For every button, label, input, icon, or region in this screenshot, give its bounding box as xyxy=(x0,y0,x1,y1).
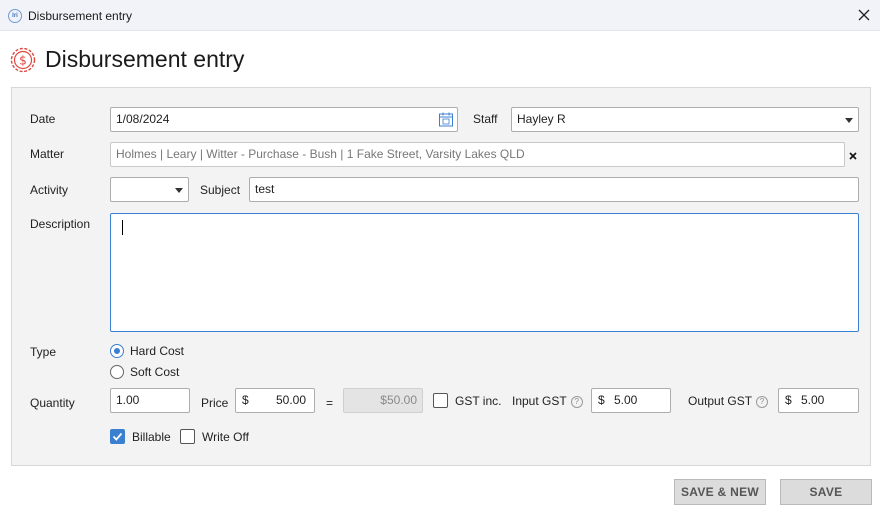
chevron-down-icon xyxy=(175,188,183,193)
window-title: Disbursement entry xyxy=(28,9,133,23)
staff-value: Hayley R xyxy=(517,112,566,126)
subject-label: Subject xyxy=(200,183,241,197)
price-value: 50.00 xyxy=(275,393,306,407)
price-currency: $ xyxy=(242,393,249,407)
soft-cost-radio[interactable] xyxy=(110,365,124,379)
output-gst-currency: $ xyxy=(785,393,792,407)
subject-field[interactable]: test xyxy=(249,177,859,202)
svg-text:$: $ xyxy=(19,54,27,68)
clear-matter-icon[interactable] xyxy=(848,151,858,161)
input-gst-currency: $ xyxy=(598,393,605,407)
hard-cost-radio[interactable] xyxy=(110,344,124,358)
input-gst-value: 5.00 xyxy=(614,393,638,407)
soft-cost-label[interactable]: Soft Cost xyxy=(130,365,179,379)
price-label: Price xyxy=(201,396,229,410)
billable-checkbox[interactable] xyxy=(110,429,125,444)
write-off-label[interactable]: Write Off xyxy=(202,430,249,444)
app-logo-icon: lri xyxy=(8,9,22,23)
matter-label: Matter xyxy=(30,147,65,161)
page-title: Disbursement entry xyxy=(45,46,245,72)
output-gst-field[interactable]: $ 5.00 xyxy=(778,388,859,413)
input-gst-field[interactable]: $ 5.00 xyxy=(591,388,671,413)
staff-label: Staff xyxy=(473,112,498,126)
gst-inc-checkbox[interactable] xyxy=(433,393,448,408)
help-icon[interactable]: ? xyxy=(756,395,769,408)
price-field[interactable]: $ 50.00 xyxy=(235,388,315,413)
quantity-field[interactable]: 1.00 xyxy=(110,388,190,413)
text-cursor xyxy=(122,220,123,235)
activity-label: Activity xyxy=(30,183,69,197)
input-gst-label: Input GST? xyxy=(512,394,583,408)
checkmark-icon xyxy=(112,432,123,441)
save-and-new-button[interactable]: SAVE & NEW xyxy=(674,479,766,505)
matter-field[interactable]: Holmes | Leary | Witter - Purchase - Bus… xyxy=(110,142,845,167)
billable-label[interactable]: Billable xyxy=(132,430,171,444)
window-titlebar: lri Disbursement entry xyxy=(0,0,880,31)
output-gst-label: Output GST? xyxy=(688,394,769,408)
type-label: Type xyxy=(30,345,57,359)
calendar-icon[interactable] xyxy=(439,112,453,127)
input-gst-text: Input GST xyxy=(512,394,567,408)
help-icon[interactable]: ? xyxy=(570,395,583,408)
description-textarea[interactable] xyxy=(110,213,859,332)
dollar-circle-icon: $ xyxy=(10,47,36,73)
save-button[interactable]: SAVE xyxy=(780,479,872,505)
chevron-down-icon xyxy=(845,118,853,123)
date-label: Date xyxy=(30,112,56,126)
close-icon[interactable] xyxy=(854,5,874,25)
quantity-label: Quantity xyxy=(30,396,75,410)
hard-cost-label[interactable]: Hard Cost xyxy=(130,344,184,358)
output-gst-value: 5.00 xyxy=(801,393,825,407)
staff-select[interactable]: Hayley R xyxy=(511,107,859,132)
gst-inc-label[interactable]: GST inc. xyxy=(455,394,501,408)
date-field[interactable]: 1/08/2024 xyxy=(110,107,458,132)
activity-select[interactable] xyxy=(110,177,189,202)
output-gst-text: Output GST xyxy=(688,394,753,408)
date-value: 1/08/2024 xyxy=(116,112,170,126)
description-label: Description xyxy=(30,217,91,231)
write-off-checkbox[interactable] xyxy=(180,429,195,444)
equals-sign: = xyxy=(326,396,334,410)
form-panel: Date 1/08/2024 Staff Hayley R Matter Hol… xyxy=(11,87,871,466)
total-field: $50.00 xyxy=(343,388,423,413)
